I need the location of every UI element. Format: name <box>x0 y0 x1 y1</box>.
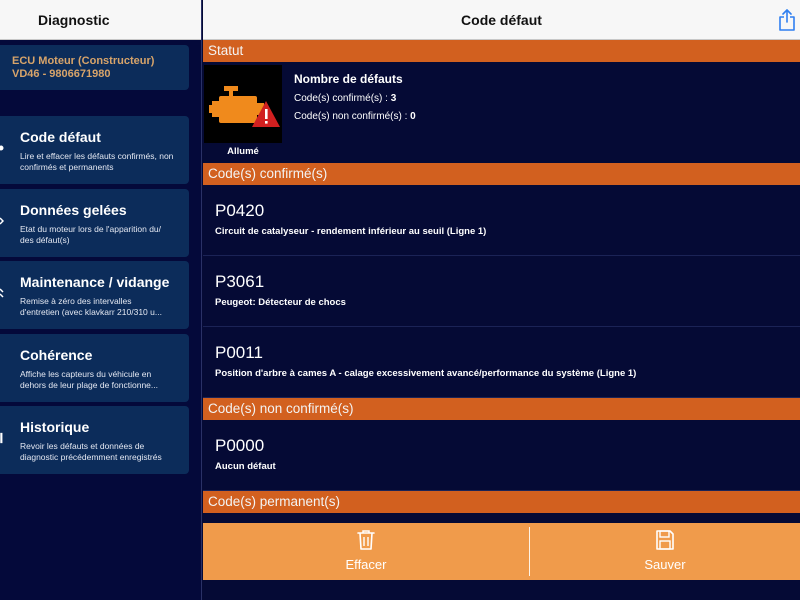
save-label: Sauver <box>644 557 686 572</box>
partial-menu-icon <box>0 288 4 298</box>
share-icon[interactable] <box>778 9 796 31</box>
sidebar-item-title: Données gelées <box>20 202 127 218</box>
sidebar-item-title: Maintenance / vidange <box>20 274 170 290</box>
save-button[interactable]: Sauver <box>530 523 800 580</box>
erase-button[interactable]: Effacer <box>203 523 529 580</box>
confirmed-count-label: Code(s) confirmé(s) : <box>294 93 388 104</box>
sidebar-item-desc: Revoir les défauts et données de diagnos… <box>20 441 162 462</box>
section-header-unconfirmed: Code(s) non confirmé(s) <box>203 398 800 420</box>
main-header: Code défaut <box>203 0 800 40</box>
fault-code-row[interactable]: P0011 Position d'arbre à cames A - calag… <box>203 327 800 398</box>
fault-description: Peugeot: Détecteur de chocs <box>215 297 346 308</box>
statut-panel: Allumé Nombre de défauts Code(s) confirm… <box>203 62 800 163</box>
confirmed-count-line: Code(s) confirmé(s) : 3 <box>294 93 396 104</box>
ecu-name: ECU Moteur (Constructeur) <box>12 55 155 67</box>
action-bar: Effacer Sauver <box>203 523 800 580</box>
confirmed-count-value: 3 <box>390 93 397 104</box>
unconfirmed-count-value: 0 <box>410 111 416 122</box>
fault-description: Circuit de catalyseur - rendement inféri… <box>215 226 487 237</box>
sidebar-item-desc: Affiche les capteurs du véhicule en deho… <box>20 369 181 391</box>
fault-code: P3061 <box>215 272 265 291</box>
sidebar-item-code-defaut[interactable]: Code défaut Lire et effacer les défauts … <box>0 116 189 184</box>
ecu-info-card[interactable]: ECU Moteur (Constructeur) VD46 - 9806671… <box>0 45 189 90</box>
section-header-confirmed: Code(s) confirmé(s) <box>203 163 800 185</box>
check-engine-icon <box>209 86 280 127</box>
partial-menu-icon <box>0 217 4 225</box>
section-header-statut: Statut <box>203 40 800 62</box>
engine-warning-box <box>204 65 282 143</box>
sidebar-item-desc-line: Remise à zéro des intervalles <box>20 296 132 306</box>
main-panel: Code défaut Statut Allumé Nombre de défa… <box>203 0 800 600</box>
sidebar-item-desc-line: des défaut(s) <box>20 235 70 245</box>
sidebar-item-desc: Remise à zéro des intervalles d'entretie… <box>20 296 181 318</box>
sidebar-item-desc-line: Etat du moteur lors de l'apparition du/ <box>20 224 162 234</box>
sidebar-header: Diagnostic <box>0 0 201 40</box>
page-title: Code défaut <box>461 11 542 28</box>
partial-menu-icon <box>0 145 4 151</box>
ecu-reference: VD46 - 9806671980 <box>12 68 111 80</box>
fault-code: P0420 <box>215 201 265 220</box>
sidebar-item-coherence[interactable]: Cohérence Affiche les capteurs du véhicu… <box>0 334 189 402</box>
sidebar: Diagnostic ECU Moteur (Constructeur) VD4… <box>0 0 202 600</box>
fault-code: P0011 <box>215 343 263 362</box>
fault-description: Aucun défaut <box>215 461 276 472</box>
sidebar-item-desc-line: d'entretien (avec klavkarr 210/310 u... <box>20 307 162 317</box>
partial-menu-icon <box>0 432 3 444</box>
fault-code-row[interactable]: P3061 Peugeot: Détecteur de chocs <box>203 256 800 327</box>
sidebar-item-desc-line: dehors de leur plage de fonctionne... <box>20 380 158 390</box>
fault-code-row[interactable]: P0420 Circuit de catalyseur - rendement … <box>203 185 800 256</box>
section-header-permanent: Code(s) permanent(s) <box>203 491 800 513</box>
sidebar-title: Diagnostic <box>38 11 110 28</box>
unconfirmed-count-line: Code(s) non confirmé(s) : 0 <box>294 111 416 122</box>
fault-description: Position d'arbre à cames A - calage exce… <box>215 368 637 379</box>
sidebar-item-donnees-gelees[interactable]: Données gelées Etat du moteur lors de l'… <box>0 189 189 257</box>
fault-code: P0000 <box>215 436 265 455</box>
erase-label: Effacer <box>345 557 387 572</box>
sidebar-item-historique[interactable]: Historique Revoir les défauts et données… <box>0 406 189 474</box>
save-disk-icon <box>656 530 674 550</box>
engine-status-label: Allumé <box>227 146 259 157</box>
sidebar-item-maintenance[interactable]: Maintenance / vidange Remise à zéro des … <box>0 261 189 329</box>
sidebar-item-desc: Lire et effacer les défauts confirmés, n… <box>20 151 174 172</box>
trash-icon <box>357 530 375 550</box>
fault-count-title: Nombre de défauts <box>294 72 403 86</box>
sidebar-item-desc-line: Affiche les capteurs du véhicule en <box>20 369 152 379</box>
sidebar-item-title: Code défaut <box>20 129 101 145</box>
sidebar-item-desc: Etat du moteur lors de l'apparition du/ … <box>20 224 181 246</box>
fault-code-row[interactable]: P0000 Aucun défaut <box>203 420 800 491</box>
sidebar-item-title: Historique <box>20 419 90 435</box>
sidebar-item-title: Cohérence <box>20 347 93 363</box>
unconfirmed-count-label: Code(s) non confirmé(s) : <box>294 111 408 122</box>
